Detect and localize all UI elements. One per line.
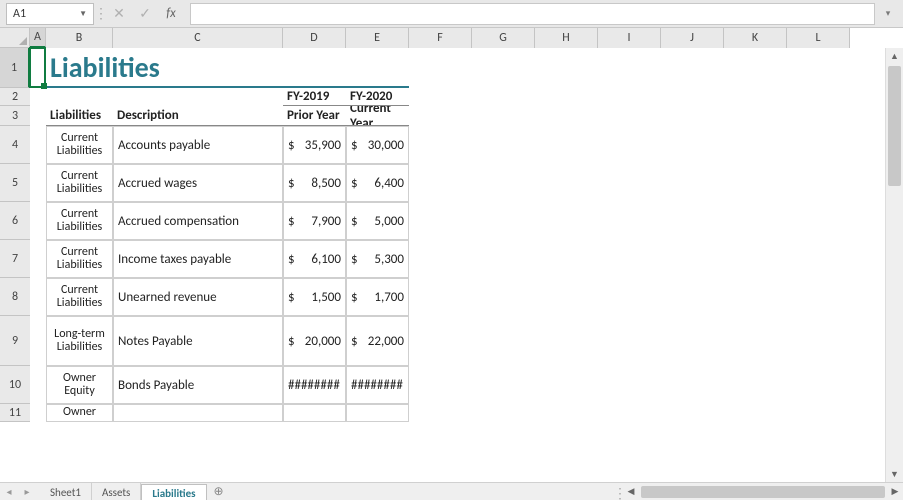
cell-category[interactable]: Long-term Liabilities <box>46 316 113 366</box>
cell-description[interactable]: Accounts payable <box>113 126 283 164</box>
column-header-J[interactable]: J <box>661 28 724 48</box>
tab-nav-prev[interactable]: ◂ <box>0 483 18 500</box>
cell-current-value[interactable]: $30,000 <box>346 126 409 164</box>
column-header-G[interactable]: G <box>472 28 535 48</box>
insert-function-button[interactable]: fx <box>160 3 182 25</box>
column-header-C[interactable]: C <box>113 28 283 48</box>
cell-description[interactable] <box>113 404 283 422</box>
excel-window: A1 ▼ ⋮ ✕ ✓ fx ▾ ABCDEFGHIJKL 12345678910… <box>0 0 903 500</box>
accept-formula-button: ✓ <box>134 3 156 25</box>
row-header-9[interactable]: 9 <box>0 316 30 366</box>
spreadsheet-grid[interactable]: ABCDEFGHIJKL 1234567891011 LiabilitiesFY… <box>0 28 903 482</box>
row-header-3[interactable]: 3 <box>0 106 30 126</box>
cell-current-value[interactable]: $5,000 <box>346 202 409 240</box>
chevron-down-icon[interactable]: ▼ <box>79 9 87 19</box>
cell-prior-value[interactable]: $35,900 <box>283 126 346 164</box>
column-header-E[interactable]: E <box>346 28 409 48</box>
header-liabilities[interactable]: Liabilities <box>46 106 113 126</box>
cell-category[interactable]: Owner <box>46 404 113 422</box>
cell-current-value[interactable]: ######## <box>346 366 409 404</box>
horizontal-scroll-thumb[interactable] <box>641 486 885 498</box>
row-header-8[interactable]: 8 <box>0 278 30 316</box>
column-header-H[interactable]: H <box>535 28 598 48</box>
cancel-formula-button: ✕ <box>108 3 130 25</box>
header-description[interactable]: Description <box>113 106 283 126</box>
formula-bar: A1 ▼ ⋮ ✕ ✓ fx ▾ <box>0 0 903 28</box>
sheet-tab-assets[interactable]: Assets <box>92 483 141 500</box>
row-header-6[interactable]: 6 <box>0 202 30 240</box>
row-header-11[interactable]: 11 <box>0 404 30 422</box>
row-header-1[interactable]: 1 <box>0 48 30 88</box>
column-header-A[interactable]: A <box>30 28 46 48</box>
cell-prior-value[interactable]: $20,000 <box>283 316 346 366</box>
cell-prior-value[interactable] <box>283 404 346 422</box>
vertical-scrollbar[interactable]: ▲ ▼ <box>885 48 903 482</box>
cell-prior-value[interactable]: $1,500 <box>283 278 346 316</box>
column-header-D[interactable]: D <box>283 28 346 48</box>
cell-current-value[interactable]: $6,400 <box>346 164 409 202</box>
name-box[interactable]: A1 ▼ <box>6 3 94 25</box>
cell-current-value[interactable]: $5,300 <box>346 240 409 278</box>
scroll-down-button[interactable]: ▼ <box>886 466 903 482</box>
new-sheet-button[interactable]: ⊕ <box>207 483 231 500</box>
row-header-4[interactable]: 4 <box>0 126 30 164</box>
row-header-2[interactable]: 2 <box>0 88 30 106</box>
name-box-value: A1 <box>13 7 26 21</box>
cell-category[interactable]: Current Liabilities <box>46 126 113 164</box>
row-header-10[interactable]: 10 <box>0 366 30 404</box>
column-header-F[interactable]: F <box>409 28 472 48</box>
cell-description[interactable]: Unearned revenue <box>113 278 283 316</box>
column-header-L[interactable]: L <box>787 28 850 48</box>
cell-current-value[interactable] <box>346 404 409 422</box>
cell-category[interactable]: Current Liabilities <box>46 164 113 202</box>
tab-nav-next[interactable]: ▸ <box>18 483 36 500</box>
row-header-7[interactable]: 7 <box>0 240 30 278</box>
sheet-tab-sheet1[interactable]: Sheet1 <box>40 483 92 500</box>
sheet-tab-liabilities[interactable]: Liabilities <box>141 484 206 500</box>
cell-category[interactable]: Current Liabilities <box>46 278 113 316</box>
scroll-up-button[interactable]: ▲ <box>886 48 903 64</box>
formula-input[interactable] <box>190 3 875 25</box>
select-all-button[interactable] <box>0 28 30 48</box>
cell-current-value[interactable]: $22,000 <box>346 316 409 366</box>
column-header-K[interactable]: K <box>724 28 787 48</box>
cell-description[interactable]: Notes Payable <box>113 316 283 366</box>
header-fy-prior[interactable]: FY-2019 <box>283 88 346 106</box>
header-prior-year[interactable]: Prior Year <box>283 106 346 126</box>
cell-description[interactable]: Income taxes payable <box>113 240 283 278</box>
column-header-B[interactable]: B <box>46 28 113 48</box>
column-headers: ABCDEFGHIJKL <box>0 28 850 48</box>
cell-prior-value[interactable]: $7,900 <box>283 202 346 240</box>
cell-prior-value[interactable]: ######## <box>283 366 346 404</box>
scroll-right-button[interactable]: ▶ <box>887 486 903 497</box>
sheet-tab-bar: ◂ ▸ Sheet1AssetsLiabilities ⊕ ⋮ ◀ ▶ <box>0 482 903 500</box>
formula-bar-expand-button[interactable]: ▾ <box>879 3 897 25</box>
row-header-5[interactable]: 5 <box>0 164 30 202</box>
scroll-left-button[interactable]: ◀ <box>623 486 639 497</box>
cell-prior-value[interactable]: $6,100 <box>283 240 346 278</box>
header-current-year[interactable]: Current Year <box>346 106 409 126</box>
cell-current-value[interactable]: $1,700 <box>346 278 409 316</box>
horizontal-scrollbar[interactable]: ◀ ▶ <box>623 483 903 500</box>
cell-prior-value[interactable]: $8,500 <box>283 164 346 202</box>
page-title[interactable]: Liabilities <box>46 48 409 88</box>
cell-description[interactable]: Accrued compensation <box>113 202 283 240</box>
vertical-scroll-thumb[interactable] <box>888 66 901 186</box>
cell-description[interactable]: Accrued wages <box>113 164 283 202</box>
cell-category[interactable]: Current Liabilities <box>46 240 113 278</box>
cell-category[interactable]: Current Liabilities <box>46 202 113 240</box>
selection-box <box>29 47 46 88</box>
sheet-tabs: Sheet1AssetsLiabilities <box>36 483 207 500</box>
column-header-I[interactable]: I <box>598 28 661 48</box>
row-headers: 1234567891011 <box>0 48 30 422</box>
separator-dots-icon: ⋮ <box>94 7 108 21</box>
cell-description[interactable]: Bonds Payable <box>113 366 283 404</box>
header-fy-current[interactable]: FY-2020 <box>346 88 409 106</box>
cell-category[interactable]: Owner Equity <box>46 366 113 404</box>
